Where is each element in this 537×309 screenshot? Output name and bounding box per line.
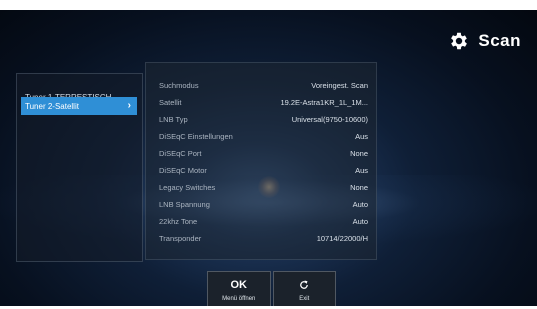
setting-value: Auto: [352, 199, 368, 209]
setting-value: None: [350, 182, 368, 192]
setting-value: 19.2E-Astra1KR_1L_1M...: [280, 97, 368, 107]
ok-key-label: OK: [230, 278, 248, 291]
setting-row-diseqc-motor[interactable]: DiSEqC Motor Aus: [159, 162, 368, 178]
setting-row-lnb-typ[interactable]: LNB Typ Universal(9750-10600): [159, 111, 368, 127]
setting-row-transponder[interactable]: Transponder 10714/22000/H: [159, 230, 368, 246]
setting-label: Satellit: [159, 97, 182, 107]
tuner-item-satellite[interactable]: Tuner 2-Satellit ›: [21, 97, 137, 115]
setting-label: Transponder: [159, 233, 202, 243]
setting-label: DiSEqC Motor: [159, 165, 207, 175]
page-title: Scan: [478, 31, 521, 50]
button-bar: OK Menü öffnen Exit: [207, 271, 336, 307]
setting-label: 22khz Tone: [159, 216, 198, 226]
header: Scan: [448, 30, 521, 52]
gear-icon: [451, 32, 468, 50]
setting-value: Voreingest. Scan: [311, 80, 368, 90]
refresh-icon: [300, 280, 309, 289]
settings-panel: Suchmodus Voreingest. Scan Satellit 19.2…: [145, 62, 377, 260]
setting-value: Universal(9750-10600): [291, 114, 368, 124]
setting-label: LNB Typ: [159, 114, 188, 124]
exit-button[interactable]: Exit: [272, 271, 336, 307]
setting-value: Aus: [355, 165, 368, 175]
setting-row-legacy-switches[interactable]: Legacy Switches None: [159, 179, 368, 195]
setting-row-suchmodus[interactable]: Suchmodus Voreingest. Scan: [159, 77, 368, 93]
setting-value: Aus: [355, 131, 368, 141]
setting-row-diseqc-port[interactable]: DiSEqC Port None: [159, 145, 368, 161]
exit-key: [298, 277, 310, 293]
setting-row-satellit[interactable]: Satellit 19.2E-Astra1KR_1L_1M...: [159, 94, 368, 110]
setting-label: Suchmodus: [159, 80, 199, 90]
setting-label: LNB Spannung: [159, 199, 210, 209]
setting-label: DiSEqC Einstellungen: [159, 131, 233, 141]
chevron-right-icon: ›: [127, 100, 131, 111]
setting-value: 10714/22000/H: [316, 233, 368, 243]
ok-button[interactable]: OK Menü öffnen: [207, 271, 271, 307]
setting-value: Auto: [352, 216, 368, 226]
ok-button-label: Menü öffnen: [222, 295, 256, 302]
top-border: [0, 0, 537, 10]
exit-button-label: Exit: [299, 295, 310, 302]
setting-label: DiSEqC Port: [159, 148, 202, 158]
setting-row-lnb-spannung[interactable]: LNB Spannung Auto: [159, 196, 368, 212]
setting-row-22khz-tone[interactable]: 22khz Tone Auto: [159, 213, 368, 229]
tuner-list: Tuner 1-TERRESTISCH Tuner 2-Satellit ›: [16, 73, 143, 262]
tuner-label: Tuner 2-Satellit: [25, 101, 79, 111]
setting-row-diseqc-einstellungen[interactable]: DiSEqC Einstellungen Aus: [159, 128, 368, 144]
setting-label: Legacy Switches: [159, 182, 216, 192]
setting-value: None: [350, 148, 368, 158]
